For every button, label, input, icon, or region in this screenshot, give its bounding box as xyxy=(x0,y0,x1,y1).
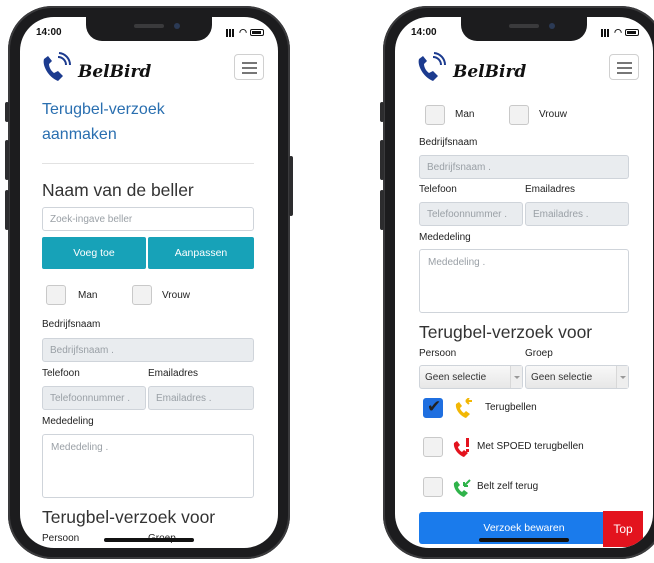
menu-bar-icon xyxy=(242,62,257,64)
mute-switch xyxy=(380,102,384,122)
message-label: Mededeling xyxy=(42,416,94,427)
menu-bar-icon xyxy=(242,72,257,74)
edit-caller-button[interactable]: Aanpassen xyxy=(148,237,254,269)
option-terugbellen: Terugbellen xyxy=(417,397,617,420)
belt-zelf-terug-label: Belt zelf terug xyxy=(477,481,539,492)
volume-down-button xyxy=(5,190,9,230)
gender-male-label: Man xyxy=(78,290,98,301)
chevron-down-icon xyxy=(616,366,628,388)
phone-incoming-icon xyxy=(453,479,471,497)
spoed-checkbox[interactable] xyxy=(423,437,443,457)
volume-up-button xyxy=(5,140,9,180)
option-spoed: Met SPOED terugbellen xyxy=(417,437,617,459)
caller-section-heading: Naam van de beller xyxy=(42,180,194,200)
status-time: 14:00 xyxy=(36,27,62,38)
status-icons: ◠ xyxy=(226,27,264,38)
navbar: BelBird xyxy=(395,45,653,93)
gender-female-label: Vrouw xyxy=(162,290,190,301)
email-label: Emailadres xyxy=(148,368,199,379)
company-field[interactable]: Bedrijfsnaam . xyxy=(42,338,254,362)
status-time: 14:00 xyxy=(411,27,437,38)
screen: 14:00 ◠ BelBird Terugbel-verzoek aanmake… xyxy=(20,17,278,548)
person-label: Persoon xyxy=(419,348,457,359)
phone-callback-icon xyxy=(455,398,472,418)
email-label: Emailadres xyxy=(525,184,576,195)
wifi-icon: ◠ xyxy=(614,27,622,37)
company-label: Bedrijfsnaam xyxy=(42,319,101,330)
menu-bar-icon xyxy=(617,72,632,74)
phone-label: Telefoon xyxy=(42,368,80,379)
terugbellen-checkbox[interactable] xyxy=(423,397,443,418)
option-belt-zelf-terug: Belt zelf terug xyxy=(417,477,617,499)
group-select[interactable]: Geen selectie xyxy=(525,365,629,389)
message-textarea[interactable]: Mededeling . xyxy=(419,249,629,313)
message-label: Mededeling xyxy=(419,232,471,243)
status-icons: ◠ xyxy=(601,27,639,38)
phone-logo-icon xyxy=(418,52,447,81)
menu-toggle-button[interactable] xyxy=(234,54,264,80)
person-select-value: Geen selectie xyxy=(425,372,487,383)
brand-name: BelBird xyxy=(78,62,152,82)
menu-bar-icon xyxy=(242,67,257,69)
add-caller-button[interactable]: Voeg toe xyxy=(42,237,146,269)
battery-icon xyxy=(625,29,639,36)
terugbellen-label: Terugbellen xyxy=(485,402,537,413)
power-button xyxy=(289,156,293,216)
caller-actions: Voeg toe Aanpassen xyxy=(42,237,254,269)
message-textarea[interactable]: Mededeling . xyxy=(42,434,254,498)
gender-female-checkbox[interactable] xyxy=(132,285,152,305)
phone-urgent-icon xyxy=(453,438,469,457)
email-field[interactable]: Emailadres . xyxy=(525,202,629,226)
gender-female-label: Vrouw xyxy=(539,109,567,120)
battery-icon xyxy=(250,29,264,36)
home-indicator xyxy=(479,538,569,542)
volume-up-button xyxy=(380,140,384,180)
navbar: BelBird xyxy=(20,45,278,93)
phone-label: Telefoon xyxy=(419,184,457,195)
scroll-top-button[interactable]: Top xyxy=(603,511,643,547)
phone-field[interactable]: Telefoonnummer . xyxy=(419,202,523,226)
status-bar: 14:00 ◠ xyxy=(20,26,278,42)
request-section-heading: Terugbel-verzoek voor xyxy=(42,507,216,527)
mute-switch xyxy=(5,102,9,122)
gender-male-label: Man xyxy=(455,109,475,120)
status-bar: 14:00 ◠ xyxy=(395,26,653,42)
chevron-down-icon xyxy=(510,366,522,388)
menu-bar-icon xyxy=(617,62,632,64)
person-label: Persoon xyxy=(42,533,80,544)
signal-icon xyxy=(226,28,237,37)
gender-male-checkbox[interactable] xyxy=(46,285,66,305)
phone-left: 14:00 ◠ BelBird Terugbel-verzoek aanmake… xyxy=(5,6,293,559)
belt-zelf-terug-checkbox[interactable] xyxy=(423,477,443,497)
company-label: Bedrijfsnaam xyxy=(419,137,478,148)
phone-logo-icon xyxy=(43,52,72,81)
page-title: Terugbel-verzoek aanmaken xyxy=(42,101,165,143)
company-field[interactable]: Bedrijfsnaam . xyxy=(419,155,629,179)
brand-name: BelBird xyxy=(453,62,527,82)
signal-icon xyxy=(601,28,612,37)
wifi-icon: ◠ xyxy=(239,27,247,37)
request-section-heading: Terugbel-verzoek voor xyxy=(419,322,593,342)
phone-field[interactable]: Telefoonnummer . xyxy=(42,386,146,410)
email-field[interactable]: Emailadres . xyxy=(148,386,254,410)
gender-female-checkbox[interactable] xyxy=(509,105,529,125)
person-select[interactable]: Geen selectie xyxy=(419,365,523,389)
home-indicator xyxy=(104,538,194,542)
brand-logo[interactable]: BelBird xyxy=(38,51,152,85)
menu-bar-icon xyxy=(617,67,632,69)
phone-right: 14:00 ◠ BelBird Man Vrouw Bedrijfsnaam B… xyxy=(380,6,654,559)
gender-male-checkbox[interactable] xyxy=(425,105,445,125)
spoed-label: Met SPOED terugbellen xyxy=(477,441,584,452)
caller-search-input[interactable]: Zoek-ingave beller xyxy=(42,207,254,231)
group-label: Groep xyxy=(525,348,553,359)
menu-toggle-button[interactable] xyxy=(609,54,639,80)
screen: 14:00 ◠ BelBird Man Vrouw Bedrijfsnaam B… xyxy=(395,17,653,548)
brand-logo[interactable]: BelBird xyxy=(413,51,527,85)
group-select-value: Geen selectie xyxy=(531,372,593,383)
divider xyxy=(42,163,254,164)
volume-down-button xyxy=(380,190,384,230)
